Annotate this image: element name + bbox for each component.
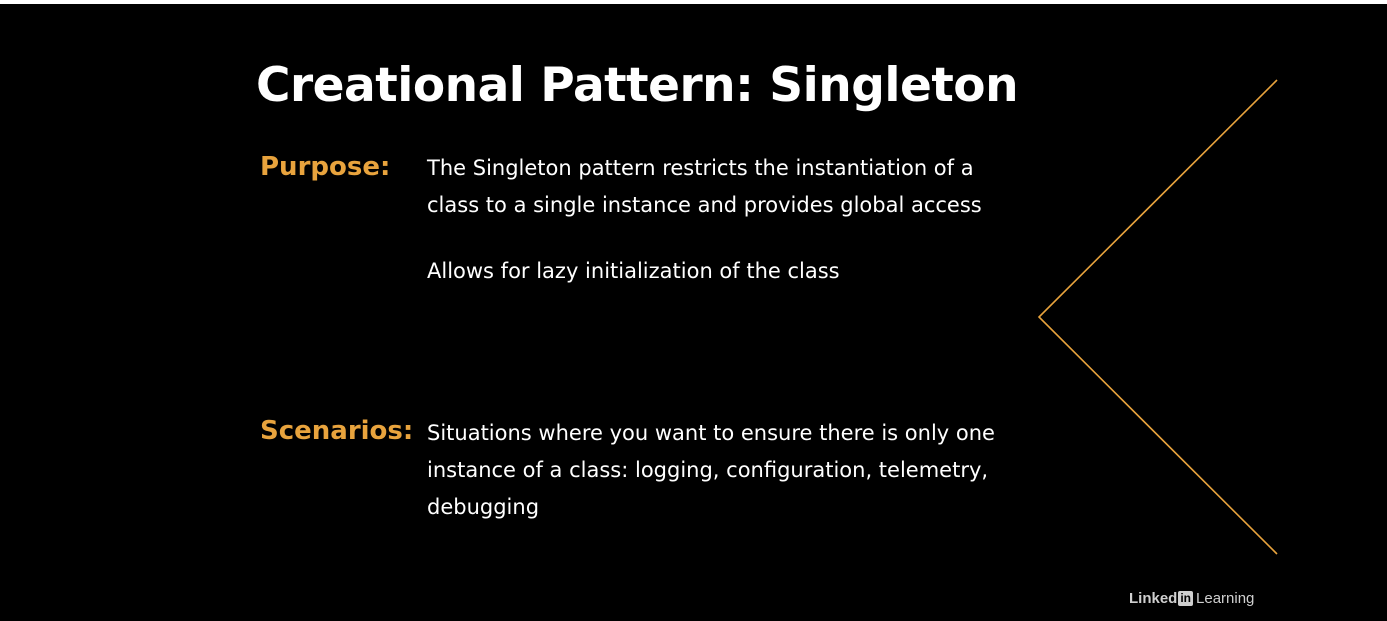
slide: Creational Pattern: Singleton Purpose: T…	[0, 4, 1387, 621]
chevron-line	[1037, 79, 1278, 555]
purpose-text: The Singleton pattern restricts the inst…	[427, 156, 982, 217]
left-chevron-line-icon	[1037, 79, 1278, 555]
scenarios-label: Scenarios:	[260, 416, 414, 446]
slide-title: Creational Pattern: Singleton	[256, 58, 1019, 113]
logo-in-icon: in	[1178, 591, 1194, 606]
purpose-label: Purpose:	[260, 152, 391, 182]
scenarios-text: Situations where you want to ensure ther…	[427, 421, 995, 519]
purpose-extra-text: Allows for lazy initialization of the cl…	[427, 259, 840, 283]
logo-learning-text: Learning	[1196, 590, 1255, 607]
logo-linked-text: Linked	[1129, 590, 1178, 607]
linkedin-learning-logo: Linked in Learning	[1129, 590, 1254, 607]
